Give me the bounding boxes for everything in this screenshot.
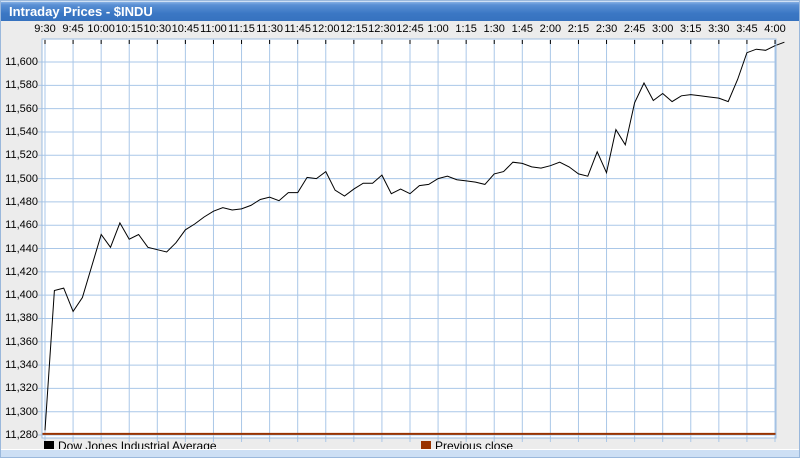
y-tick-label: 11,600 [1, 56, 38, 68]
y-tick-label: 11,540 [1, 126, 38, 138]
price-chart [1, 1, 799, 457]
y-tick-label: 11,520 [1, 149, 38, 161]
y-tick-label: 11,580 [1, 79, 38, 91]
y-tick-label: 11,360 [1, 336, 38, 348]
y-tick-label: 11,500 [1, 173, 38, 185]
window-bottom-strip [1, 449, 799, 457]
y-tick-label: 11,300 [1, 406, 38, 418]
y-tick-label: 11,460 [1, 219, 38, 231]
y-tick-label: 11,480 [1, 196, 38, 208]
y-tick-label: 11,320 [1, 382, 38, 394]
y-tick-label: 11,380 [1, 312, 38, 324]
y-tick-label: 11,560 [1, 103, 38, 115]
y-tick-label: 11,420 [1, 266, 38, 278]
chart-window: Intraday Prices - $INDU 9:309:4510:0010:… [0, 0, 800, 458]
y-tick-label: 11,400 [1, 289, 38, 301]
y-tick-label: 11,340 [1, 359, 38, 371]
plot-background [42, 39, 776, 438]
y-tick-label: 11,440 [1, 243, 38, 255]
